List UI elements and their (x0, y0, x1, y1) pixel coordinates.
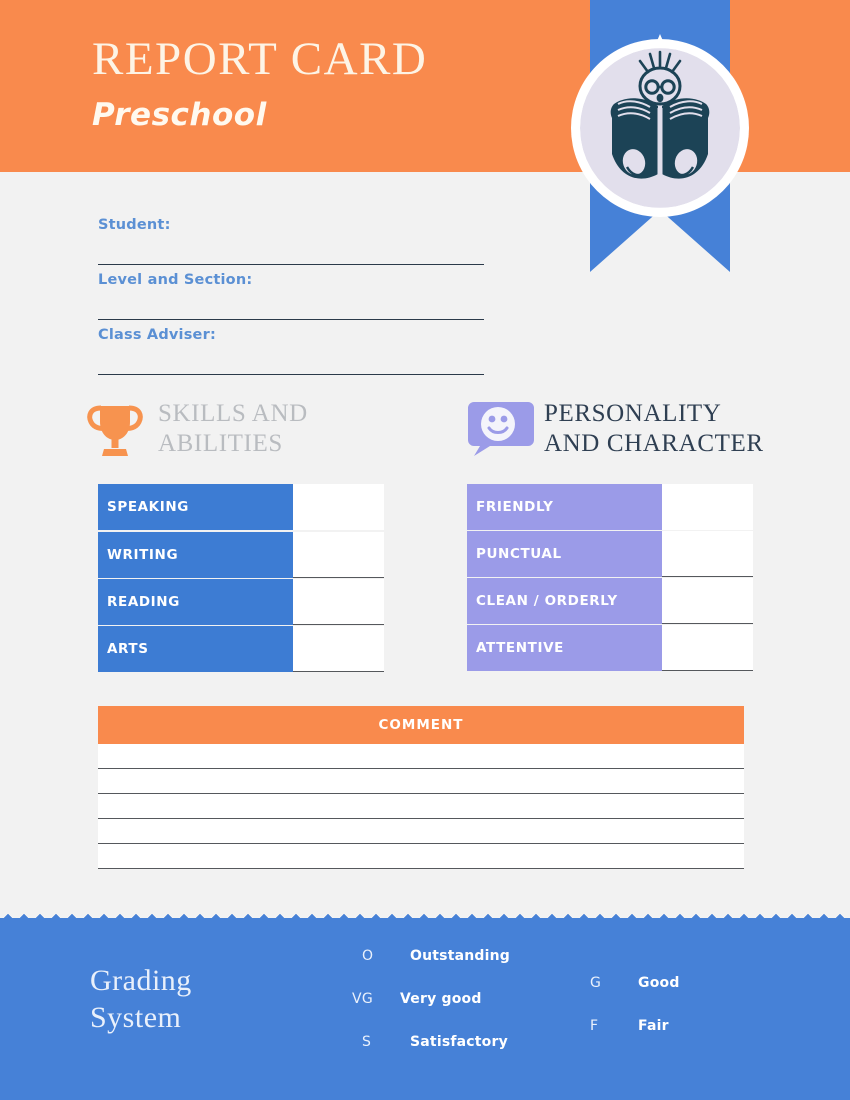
table-row[interactable]: ARTS (98, 626, 384, 672)
skills-row-label: READING (98, 579, 293, 625)
personality-row-value[interactable] (662, 625, 753, 671)
skills-row-label: WRITING (98, 532, 293, 578)
field-class-adviser[interactable]: Class Adviser: (98, 320, 484, 375)
grade-name: Outstanding (410, 948, 511, 964)
personality-table: FRIENDLY PUNCTUAL CLEAN / ORDERLY ATTENT… (467, 484, 753, 672)
footer-zigzag-edge (0, 908, 850, 921)
grade-name: Very good (400, 991, 482, 1007)
grade-code: G (590, 975, 602, 991)
skills-row-value[interactable] (293, 532, 384, 578)
grade-name: Good (638, 975, 680, 991)
skills-row-label: SPEAKING (98, 484, 293, 530)
table-row[interactable]: PUNCTUAL (467, 531, 753, 577)
table-row[interactable]: FRIENDLY (467, 484, 753, 530)
table-row[interactable]: READING (98, 579, 384, 625)
grading-title-line2: System (90, 1001, 182, 1034)
comment-line[interactable] (98, 844, 744, 869)
section-title-personality: PERSONALITY AND CHARACTER (544, 399, 764, 459)
field-class-adviser-label: Class Adviser: (98, 327, 216, 343)
grading-system-title: Grading System (90, 962, 192, 1036)
grade-code: VG (352, 991, 374, 1007)
grade-item: VG Very good (352, 991, 481, 1034)
comment-line[interactable] (98, 794, 744, 819)
page-title: REPORT CARD (92, 33, 428, 85)
section-heading-skills: SKILLS AND ABILITIES (80, 398, 308, 460)
title-block: REPORT CARD Preschool (92, 33, 428, 134)
grade-name: Fair (638, 1018, 669, 1034)
personality-row-label: FRIENDLY (467, 484, 662, 530)
personality-row-value[interactable] (662, 484, 753, 530)
grade-code: S (362, 1034, 372, 1050)
table-row[interactable]: ATTENTIVE (467, 625, 753, 671)
table-row[interactable]: CLEAN / ORDERLY (467, 578, 753, 624)
section-title-skills-line1: SKILLS AND (158, 400, 308, 427)
grading-scale-left: O Outstanding VG Very good S Satisfactor… (352, 948, 510, 1077)
grade-code: F (590, 1018, 599, 1034)
comment-line[interactable] (98, 769, 744, 794)
grade-name: Satisfactory (410, 1034, 508, 1050)
student-info-fields: Student: Level and Section: Class Advise… (98, 210, 484, 375)
smiley-speech-bubble-icon (466, 398, 536, 460)
personality-row-value[interactable] (662, 531, 753, 577)
grading-title-line1: Grading (90, 964, 192, 997)
field-student[interactable]: Student: (98, 210, 484, 265)
report-card-page: REPORT CARD Preschool Student: Level and… (0, 0, 850, 1100)
skills-row-value[interactable] (293, 579, 384, 625)
field-level-section[interactable]: Level and Section: (98, 265, 484, 320)
skills-row-label: ARTS (98, 626, 293, 672)
personality-row-label: CLEAN / ORDERLY (467, 578, 662, 624)
comment-line[interactable] (98, 744, 744, 769)
table-row[interactable]: SPEAKING (98, 484, 384, 531)
field-student-label: Student: (98, 217, 171, 233)
comment-line[interactable] (98, 819, 744, 844)
comment-header: COMMENT (98, 706, 744, 744)
skills-row-value[interactable] (293, 626, 384, 672)
grade-code: O (362, 948, 374, 964)
section-heading-personality: PERSONALITY AND CHARACTER (466, 398, 764, 460)
trophy-icon (80, 398, 150, 460)
section-title-skills: SKILLS AND ABILITIES (158, 399, 308, 459)
section-title-skills-line2: ABILITIES (158, 430, 283, 457)
personality-row-label: ATTENTIVE (467, 625, 662, 671)
skills-table: SPEAKING WRITING READING ARTS (98, 484, 384, 673)
school-badge (570, 34, 750, 222)
personality-row-label: PUNCTUAL (467, 531, 662, 577)
page-subtitle: Preschool (92, 97, 267, 133)
personality-row-value[interactable] (662, 578, 753, 624)
section-title-personality-line1: PERSONALITY (544, 400, 722, 427)
field-level-section-label: Level and Section: (98, 272, 253, 288)
field-class-adviser-line (98, 374, 484, 375)
comment-section: COMMENT (98, 706, 744, 869)
table-row[interactable]: WRITING (98, 532, 384, 578)
section-title-personality-line2: AND CHARACTER (544, 430, 764, 457)
skills-row-value[interactable] (293, 484, 384, 530)
